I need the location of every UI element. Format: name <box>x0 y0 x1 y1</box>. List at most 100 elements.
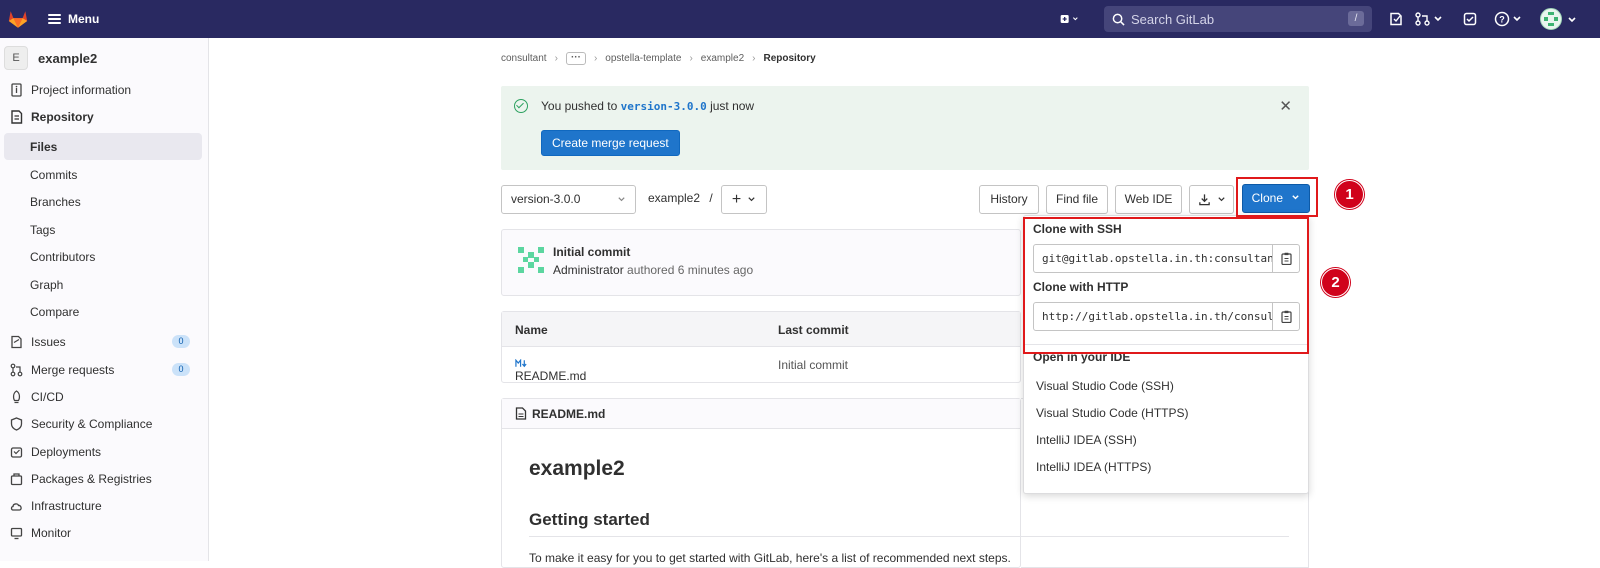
deployments-icon <box>9 445 23 459</box>
last-commit-box: Initial commit Administrator authored 6 … <box>501 229 1021 296</box>
merge-request-icon <box>1415 12 1442 26</box>
path-root[interactable]: example2 <box>648 191 700 205</box>
push-alert: You pushed to version-3.0.0 just now ✕ C… <box>501 86 1309 170</box>
add-to-tree-button[interactable]: + <box>721 185 767 214</box>
sidebar-item-branches[interactable]: Branches <box>0 188 203 215</box>
sidebar-item-deployments[interactable]: Deployments <box>0 438 203 465</box>
files-table: Name Last commit README.md Initial commi… <box>501 311 1021 383</box>
readme-header: README.md <box>502 399 1020 429</box>
path-separator: / <box>709 191 713 205</box>
project-info-icon <box>9 82 23 97</box>
alert-branch-name[interactable]: version-3.0.0 <box>621 100 707 113</box>
repository-icon <box>9 109 23 124</box>
sidebar-item-infrastructure[interactable]: Infrastructure <box>0 492 203 519</box>
sidebar-item-compare[interactable]: Compare <box>0 298 203 325</box>
breadcrumb-expand-button[interactable]: ··· <box>565 52 586 65</box>
sidebar-item-label: Project information <box>31 82 132 97</box>
annotation-marker-1: 1 <box>1335 180 1364 209</box>
open-intellij-ssh[interactable]: IntelliJ IDEA (SSH) <box>1036 433 1137 447</box>
sidebar-item-label: Contributors <box>30 249 96 264</box>
file-last-commit[interactable]: Initial commit <box>778 358 848 372</box>
file-name-cell[interactable]: README.md <box>515 358 586 383</box>
sidebar-item-label: Files <box>30 139 58 154</box>
sidebar-item-project-information[interactable]: Project information <box>0 76 203 103</box>
web-ide-button[interactable]: Web IDE <box>1115 185 1182 214</box>
search-shortcut-key: / <box>1348 11 1364 26</box>
annotation-marker-2: 2 <box>1321 268 1350 297</box>
sidebar-item-tags[interactable]: Tags <box>0 216 203 243</box>
readme-filename[interactable]: README.md <box>532 407 605 421</box>
sidebar-item-contributors[interactable]: Contributors <box>0 243 203 270</box>
sidebar-item-merge-requests[interactable]: Merge requests 0 <box>0 356 203 383</box>
chevron-right-icon: › <box>752 53 756 64</box>
user-avatar[interactable] <box>1540 8 1562 30</box>
user-menu-chevron-icon[interactable] <box>1567 13 1577 28</box>
todo-checkbox-icon <box>1463 12 1477 26</box>
menu-button[interactable]: Menu <box>40 6 107 32</box>
plus-square-icon <box>1060 15 1078 23</box>
annotation-box-clone <box>1236 177 1318 217</box>
branch-selector-value: version-3.0.0 <box>511 192 581 206</box>
shield-icon <box>9 416 23 431</box>
create-new-button[interactable] <box>1060 9 1080 29</box>
merge-request-icon <box>9 363 23 377</box>
sidebar-item-label: Monitor <box>31 525 72 540</box>
project-name: example2 <box>38 50 98 66</box>
merge-requests-nav-button[interactable] <box>1414 9 1448 29</box>
file-name[interactable]: README.md <box>515 369 586 383</box>
commit-title[interactable]: Initial commit <box>553 245 630 259</box>
open-intellij-https[interactable]: IntelliJ IDEA (HTTPS) <box>1036 460 1151 474</box>
column-name: Name <box>515 323 548 337</box>
sidebar-item-repository[interactable]: Repository <box>0 103 203 130</box>
issues-nav-button[interactable] <box>1386 9 1406 29</box>
create-merge-request-button[interactable]: Create merge request <box>541 130 680 156</box>
issues-count-badge: 0 <box>172 335 190 348</box>
breadcrumb-current[interactable]: Repository <box>763 53 815 64</box>
chevron-down-icon <box>617 195 626 206</box>
search-placeholder: Search GitLab <box>1131 11 1215 27</box>
repository-path: example2 / <box>648 191 713 205</box>
gitlab-logo-icon[interactable] <box>7 8 29 30</box>
project-header[interactable]: E example2 <box>4 46 97 70</box>
sidebar-item-graph[interactable]: Graph <box>0 271 203 298</box>
sidebar-item-issues[interactable]: Issues 0 <box>0 328 203 355</box>
table-row[interactable]: README.md Initial commit <box>502 347 1020 383</box>
project-avatar: E <box>4 46 28 70</box>
commit-author[interactable]: Administrator <box>553 263 624 277</box>
close-icon[interactable]: ✕ <box>1279 97 1292 115</box>
breadcrumb-item-opstella-template[interactable]: opstella-template <box>605 53 681 64</box>
sidebar-item-label: Tags <box>30 222 56 237</box>
todos-nav-button[interactable] <box>1460 9 1480 29</box>
sidebar-item-label: Branches <box>30 194 81 209</box>
alert-prefix: You pushed to <box>541 99 618 113</box>
plus-icon: + <box>731 190 742 208</box>
sidebar-item-security-compliance[interactable]: Security & Compliance <box>0 410 203 437</box>
breadcrumb-item-consultant[interactable]: consultant <box>501 53 547 64</box>
chevron-right-icon: › <box>554 53 558 64</box>
sidebar-item-packages-registries[interactable]: Packages & Registries <box>0 465 203 492</box>
download-button[interactable] <box>1189 185 1234 214</box>
chevron-right-icon: › <box>689 53 693 64</box>
readme-panel: README.md example2 Getting started To ma… <box>501 398 1289 568</box>
column-last-commit: Last commit <box>778 323 849 337</box>
sidebar-item-commits[interactable]: Commits <box>0 161 203 188</box>
sidebar-item-files[interactable]: Files <box>4 133 202 160</box>
search-input[interactable]: Search GitLab / <box>1104 6 1372 32</box>
open-vscode-ssh[interactable]: Visual Studio Code (SSH) <box>1036 379 1174 393</box>
sidebar-item-label: Graph <box>30 277 64 292</box>
find-file-button[interactable]: Find file <box>1046 185 1108 214</box>
breadcrumb-item-example2[interactable]: example2 <box>701 53 744 64</box>
files-table-header: Name Last commit <box>502 312 1020 347</box>
branch-selector[interactable]: version-3.0.0 <box>501 185 636 214</box>
open-vscode-https[interactable]: Visual Studio Code (HTTPS) <box>1036 406 1189 420</box>
menu-label: Menu <box>68 12 100 26</box>
sidebar-item-ci-cd[interactable]: CI/CD <box>0 383 203 410</box>
author-identicon-icon[interactable] <box>518 247 544 273</box>
download-icon <box>1198 194 1210 206</box>
file-icon <box>515 407 527 420</box>
sidebar-item-monitor[interactable]: Monitor <box>0 519 203 546</box>
sidebar-item-label: Repository <box>31 109 94 124</box>
package-icon <box>9 472 23 486</box>
help-nav-button[interactable]: ? <box>1494 9 1526 29</box>
history-button[interactable]: History <box>979 185 1039 214</box>
